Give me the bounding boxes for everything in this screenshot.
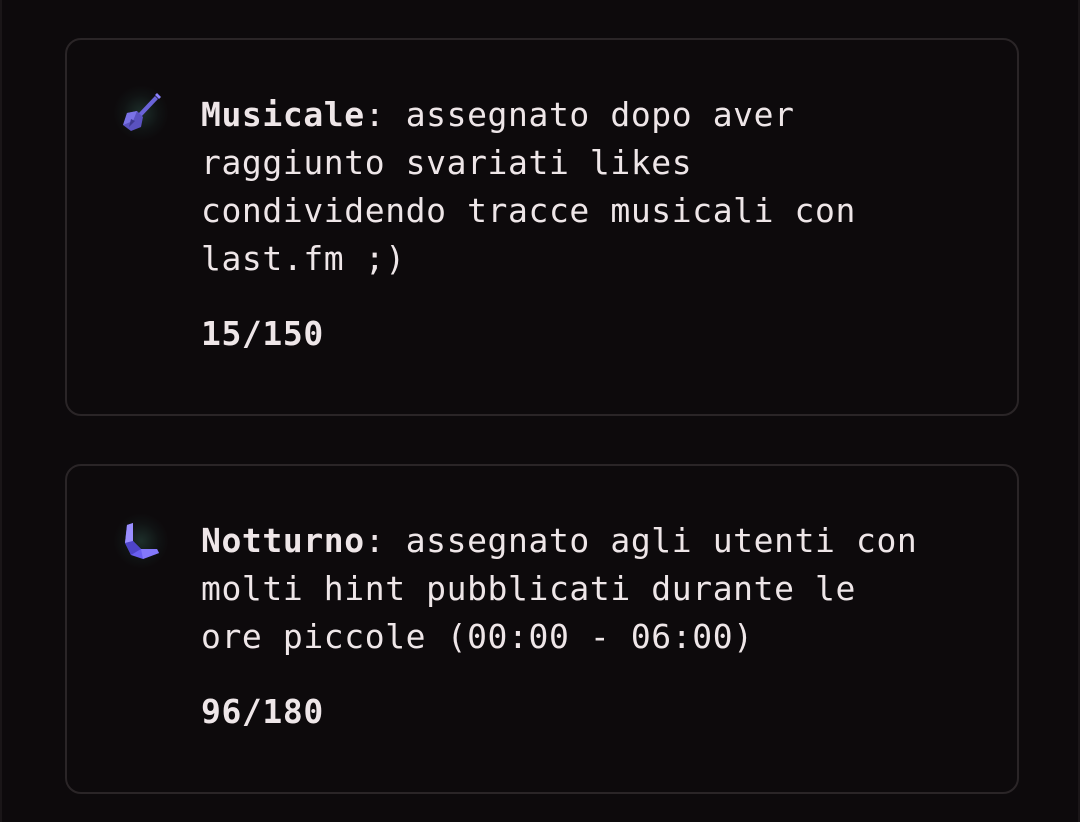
badge-name: Notturno xyxy=(201,521,365,560)
badge-card-notturno: Notturno: assegnato agli utenti con molt… xyxy=(65,464,1019,794)
badge-name: Musicale xyxy=(201,95,365,134)
badge-card-musicale: Musicale: assegnato dopo aver raggiunto … xyxy=(65,38,1019,416)
guitar-icon xyxy=(113,85,169,141)
moon-icon xyxy=(113,513,169,569)
badge-separator: : xyxy=(364,95,406,134)
badge-description: Musicale: assegnato dopo aver raggiunto … xyxy=(201,91,981,283)
badge-progress: 96/180 xyxy=(201,692,324,731)
badges-page: Musicale: assegnato dopo aver raggiunto … xyxy=(0,0,1080,822)
badge-separator: : xyxy=(364,521,406,560)
badge-progress: 15/150 xyxy=(201,314,324,353)
badge-description: Notturno: assegnato agli utenti con molt… xyxy=(201,517,981,661)
